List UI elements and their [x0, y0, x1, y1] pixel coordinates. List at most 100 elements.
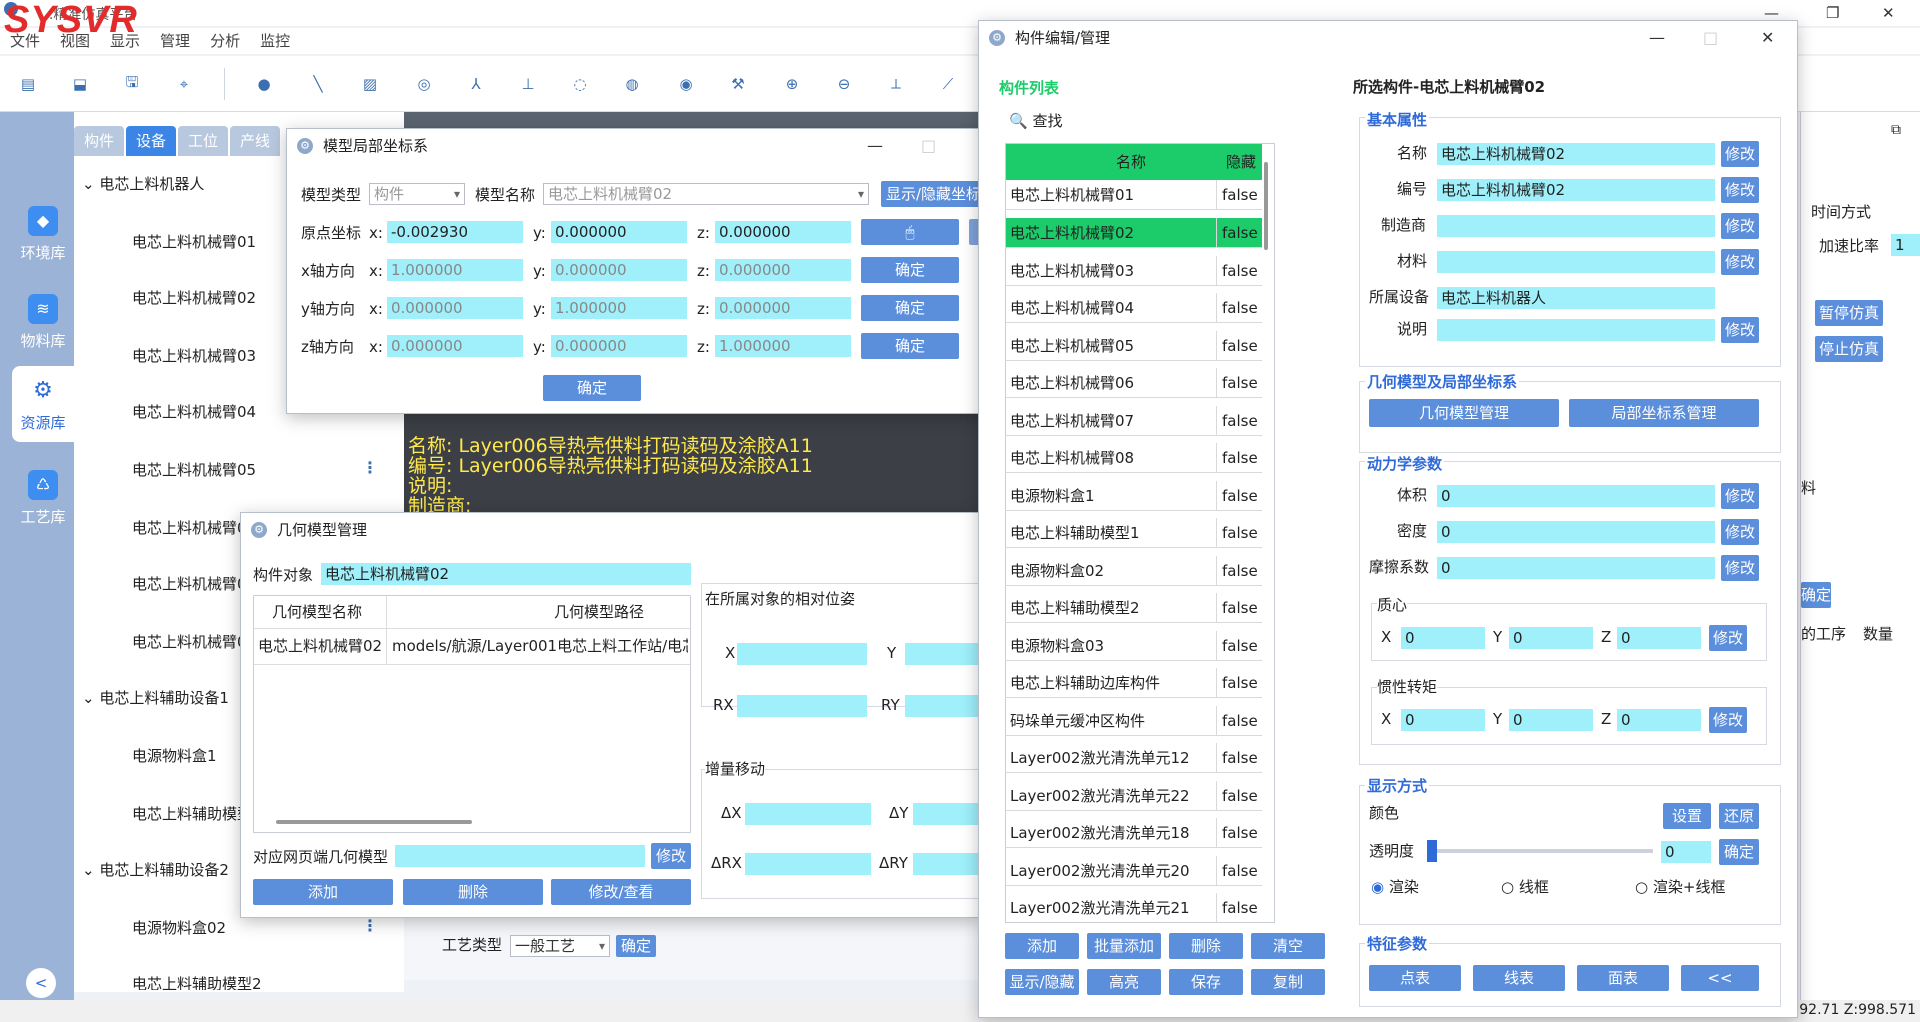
- globe-icon[interactable]: ◉: [668, 66, 704, 102]
- delete-button[interactable]: 删除: [1169, 933, 1243, 959]
- zaxis-ok-button[interactable]: 确定: [861, 333, 959, 359]
- open-icon[interactable]: ▤: [10, 66, 46, 102]
- list-item[interactable]: Layer002激光清洗单元12 false: [1006, 743, 1262, 773]
- desc-modify-button[interactable]: 修改: [1721, 317, 1759, 343]
- list-item[interactable]: 电芯上料机械臂08 false: [1006, 443, 1262, 473]
- xaxis-ok-button[interactable]: 确定: [861, 257, 959, 283]
- alpha-field[interactable]: 0: [1661, 841, 1711, 863]
- face-table-button[interactable]: 面表: [1577, 965, 1669, 991]
- name-modify-button[interactable]: 修改: [1721, 141, 1759, 167]
- origin-y-field[interactable]: 0.000000: [551, 221, 687, 243]
- more-icon[interactable]: ⋮: [362, 916, 378, 935]
- xaxis-y-field[interactable]: 0.000000: [551, 259, 687, 281]
- sphere-icon[interactable]: ◍: [614, 66, 650, 102]
- color-reset-button[interactable]: 还原: [1719, 803, 1759, 829]
- geo-add-button[interactable]: 添加: [253, 879, 393, 905]
- code-field[interactable]: 电芯上料机械臂02: [1437, 179, 1715, 201]
- map-pin-icon[interactable]: ⌖: [166, 66, 202, 102]
- tab-device[interactable]: 设备: [126, 126, 176, 156]
- maker-field[interactable]: [1437, 215, 1715, 237]
- rail-material[interactable]: ≋ 物料库: [12, 284, 74, 360]
- list-item[interactable]: Layer002激光清洗单元18 false: [1006, 818, 1262, 848]
- save-icon[interactable]: 🖫: [114, 66, 150, 102]
- tab-line[interactable]: 产线: [230, 126, 280, 156]
- process-type-select[interactable]: 一般工艺: [510, 935, 610, 957]
- plane-icon[interactable]: ▨: [352, 66, 388, 102]
- zaxis-z-field[interactable]: 1.000000: [715, 335, 851, 357]
- list-item[interactable]: 电芯上料辅助模型2 false: [1006, 593, 1262, 623]
- accel-field[interactable]: 1: [1891, 234, 1920, 256]
- copy-button[interactable]: 复制: [1251, 969, 1325, 995]
- desc-field[interactable]: [1437, 319, 1715, 341]
- process-ok-button[interactable]: 确定: [616, 935, 656, 957]
- close-icon[interactable]: ✕: [1882, 4, 1895, 22]
- tree-node[interactable]: 电芯上料机械臂04: [132, 402, 256, 422]
- rel-x-field[interactable]: [737, 643, 867, 665]
- inertia-z-field[interactable]: 0: [1617, 709, 1701, 731]
- web-model-field[interactable]: [395, 845, 645, 867]
- web-model-modify-button[interactable]: 修改: [651, 843, 691, 869]
- com-z-field[interactable]: 0: [1617, 627, 1701, 649]
- tree-node[interactable]: ⌄ 电芯上料辅助设备2: [82, 860, 229, 880]
- menu-analyze[interactable]: 分析: [210, 28, 240, 54]
- yaxis-x-field[interactable]: 0.000000: [387, 297, 523, 319]
- pause-sim-button[interactable]: 暂停仿真: [1815, 300, 1883, 326]
- tree-node[interactable]: 电芯上料机械臂03: [132, 346, 256, 366]
- restore-icon[interactable]: ❐: [1826, 4, 1839, 22]
- right-ok-button[interactable]: 确定: [1801, 582, 1831, 608]
- list-item[interactable]: 电芯上料机械臂07 false: [1006, 406, 1262, 436]
- rail-env[interactable]: ◆ 环境库: [12, 196, 74, 272]
- tab-station[interactable]: 工位: [178, 126, 228, 156]
- batch-add-button[interactable]: 批量添加: [1087, 933, 1161, 959]
- line-icon[interactable]: ╲: [300, 66, 336, 102]
- list-item[interactable]: 码垛单元缓冲区构件 false: [1006, 706, 1262, 736]
- list-item[interactable]: 电源物料盒02 false: [1006, 556, 1262, 586]
- circle-icon[interactable]: ◎: [406, 66, 442, 102]
- inc-drx-field[interactable]: [745, 853, 871, 875]
- zoom-out-icon[interactable]: ⊖: [826, 66, 862, 102]
- minimize-icon[interactable]: —: [867, 129, 883, 163]
- inertia-modify-button[interactable]: 修改: [1709, 707, 1747, 733]
- geometry-manage-button[interactable]: 几何模型管理: [1369, 399, 1559, 427]
- tree-node[interactable]: 电芯上料机械臂06: [132, 518, 256, 538]
- menu-monitor[interactable]: 监控: [260, 28, 290, 54]
- origin-x-field[interactable]: -0.002930: [387, 221, 523, 243]
- rel-rx-field[interactable]: [737, 695, 867, 717]
- yaxis-y-field[interactable]: 1.000000: [551, 297, 687, 319]
- robot-icon[interactable]: ⚒: [720, 66, 756, 102]
- tab-component[interactable]: 构件: [74, 126, 124, 156]
- list-item[interactable]: 电芯上料辅助模型1 false: [1006, 518, 1262, 548]
- inc-dx-field[interactable]: [745, 803, 871, 825]
- zoom-in-icon[interactable]: ⊕: [774, 66, 810, 102]
- density-field[interactable]: 0: [1437, 521, 1715, 543]
- list-item[interactable]: 电芯上料机械臂06 false: [1006, 368, 1262, 398]
- alpha-slider[interactable]: [1427, 840, 1653, 862]
- wireframe-radio[interactable]: ○ 线框: [1501, 877, 1549, 897]
- list-item[interactable]: Layer002激光清洗单元21 false: [1006, 893, 1262, 922]
- list-item[interactable]: 电芯上料机械臂04 false: [1006, 293, 1262, 323]
- detach-icon[interactable]: ⧉: [1891, 122, 1901, 138]
- point-icon[interactable]: ●: [246, 66, 282, 102]
- inc-dy-field[interactable]: [913, 803, 981, 825]
- friction-modify-button[interactable]: 修改: [1721, 555, 1759, 581]
- geo-delete-button[interactable]: 删除: [403, 879, 543, 905]
- collapse-icon[interactable]: <: [26, 968, 56, 998]
- geo-edit-button[interactable]: 修改/查看: [551, 879, 691, 905]
- device-field[interactable]: 电芯上料机器人: [1437, 287, 1715, 309]
- geometry-row-path[interactable]: models/航源/Layer001电芯上料工作站/电芯: [392, 636, 688, 656]
- axes-icon[interactable]: ⟂: [878, 66, 914, 102]
- vertical-scrollbar[interactable]: [1264, 162, 1268, 250]
- list-item[interactable]: 电芯上料机械臂05 false: [1006, 331, 1262, 361]
- search-button[interactable]: 🔍 查找: [1009, 111, 1062, 131]
- stop-sim-button[interactable]: 停止仿真: [1815, 336, 1883, 362]
- com-modify-button[interactable]: 修改: [1709, 625, 1747, 651]
- material-field[interactable]: [1437, 251, 1715, 273]
- tree-node[interactable]: 电芯上料机械臂05: [132, 460, 256, 480]
- inertia-x-field[interactable]: 0: [1401, 709, 1485, 731]
- tree-node[interactable]: 电芯上料辅助模型2: [132, 974, 262, 990]
- line-table-button[interactable]: 线表: [1473, 965, 1565, 991]
- local-coord-manage-button[interactable]: 局部坐标系管理: [1569, 399, 1759, 427]
- render-radio[interactable]: ◉ 渲染: [1371, 877, 1419, 897]
- axis-icon[interactable]: ⅄: [458, 66, 494, 102]
- rel-y-field[interactable]: [905, 643, 981, 665]
